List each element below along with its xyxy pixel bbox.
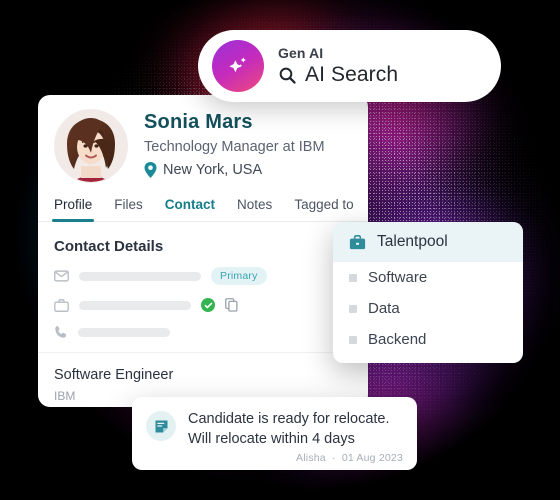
dropdown-header-talentpool[interactable]: Talentpool xyxy=(333,222,523,262)
search-icon xyxy=(279,67,296,84)
phone-icon xyxy=(55,326,67,338)
page-title: Sonia Mars xyxy=(144,111,253,133)
contact-details-heading: Contact Details xyxy=(54,238,164,255)
dropdown-header-label: Talentpool xyxy=(377,233,448,250)
note-line-2: Will relocate within 4 days xyxy=(188,431,355,447)
tab-tagged-to[interactable]: Tagged to xyxy=(294,197,353,221)
dropdown-item-label: Software xyxy=(368,269,428,286)
screenshot-stage: Gen AI AI Search Sonia Mars Technology M… xyxy=(0,0,560,500)
note-separator: · xyxy=(331,452,336,464)
note-author: Alisha xyxy=(296,452,326,464)
contact-row-work xyxy=(54,298,352,312)
briefcase-icon xyxy=(349,234,366,249)
profile-role: Technology Manager at IBM xyxy=(144,139,325,155)
check-circle-icon xyxy=(201,298,215,312)
bullet-square-icon xyxy=(349,335,357,344)
bullet-square-icon xyxy=(349,304,357,313)
sparkle-star-icon xyxy=(212,40,264,92)
talentpool-dropdown: Talentpool Software Data Backend xyxy=(333,222,523,363)
search-row[interactable]: AI Search xyxy=(278,63,398,87)
map-pin-icon xyxy=(144,162,157,178)
profile-card: Sonia Mars Technology Manager at IBM New… xyxy=(38,95,368,407)
genai-label: Gen AI xyxy=(278,44,324,61)
dropdown-item-label: Backend xyxy=(368,331,427,348)
tab-contact[interactable]: Contact xyxy=(165,197,215,221)
search-input-text[interactable]: AI Search xyxy=(305,63,398,87)
contact-detail-rows: Primary xyxy=(38,255,368,339)
avatar xyxy=(54,109,128,183)
dropdown-item-data[interactable]: Data xyxy=(333,293,523,324)
status-badge: Primary xyxy=(211,267,267,285)
bullet-square-icon xyxy=(349,273,357,282)
note-date: 01 Aug 2023 xyxy=(341,452,403,464)
briefcase-icon xyxy=(54,298,69,312)
note-card: Candidate is ready for relocate. Will re… xyxy=(132,397,417,470)
profile-header: Sonia Mars Technology Manager at IBM New… xyxy=(38,95,368,183)
tab-notes[interactable]: Notes xyxy=(237,197,272,221)
contact-row-email: Primary xyxy=(54,267,352,285)
work-placeholder-bar xyxy=(79,300,191,310)
search-texts: Gen AI AI Search xyxy=(278,45,398,88)
copy-icon[interactable] xyxy=(225,298,238,312)
experience-title: Software Engineer xyxy=(54,367,174,383)
tab-files[interactable]: Files xyxy=(114,197,143,221)
contact-row-phone xyxy=(54,325,352,339)
note-line-1: Candidate is ready for relocate. xyxy=(188,411,390,427)
phone-placeholder-bar xyxy=(78,327,170,337)
note-body: Candidate is ready for relocate. Will re… xyxy=(188,409,403,464)
sticky-note-icon xyxy=(146,411,176,441)
dropdown-item-software[interactable]: Software xyxy=(333,262,523,293)
profile-location: New York, USA xyxy=(144,162,325,178)
note-meta: Alisha · 01 Aug 2023 xyxy=(188,452,403,464)
dropdown-item-backend[interactable]: Backend xyxy=(333,324,523,355)
tab-profile[interactable]: Profile xyxy=(51,197,95,222)
envelope-icon xyxy=(54,270,69,282)
email-placeholder-bar xyxy=(79,271,201,281)
profile-tabs: Profile Files Contact Notes Tagged to Ac… xyxy=(38,183,368,222)
profile-location-label: New York, USA xyxy=(163,162,263,178)
ai-search-bar[interactable]: Gen AI AI Search xyxy=(198,30,501,102)
dropdown-item-label: Data xyxy=(368,300,400,317)
profile-info: Sonia Mars Technology Manager at IBM New… xyxy=(144,109,325,183)
